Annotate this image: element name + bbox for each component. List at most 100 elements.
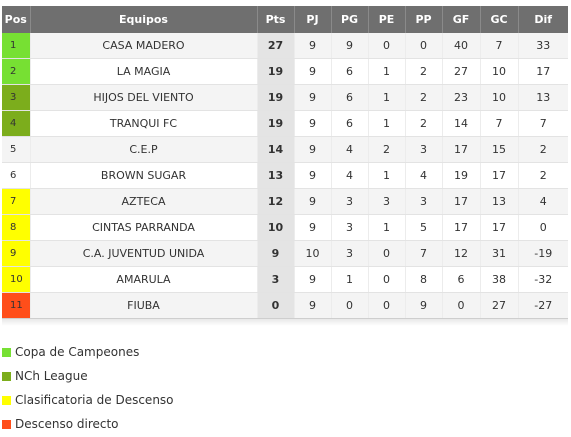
position-cell: 2 bbox=[2, 58, 31, 85]
goal-difference-cell: -32 bbox=[518, 266, 568, 293]
column-header-team[interactable]: Equipos bbox=[30, 6, 258, 33]
played-cell: 9 bbox=[294, 33, 332, 59]
drawn-cell: 0 bbox=[368, 266, 406, 293]
played-cell: 9 bbox=[294, 292, 332, 319]
won-cell: 3 bbox=[331, 214, 369, 241]
played-cell: 9 bbox=[294, 84, 332, 111]
won-cell: 0 bbox=[331, 292, 369, 319]
table-row[interactable]: 7 AZTECA 12 9 3 3 3 17 13 4 bbox=[2, 188, 568, 215]
drawn-cell: 1 bbox=[368, 110, 406, 137]
played-cell: 9 bbox=[294, 110, 332, 137]
points-cell: 19 bbox=[257, 84, 295, 111]
table-row[interactable]: 1 CASA MADERO 27 9 9 0 0 40 7 33 bbox=[2, 33, 568, 59]
position-cell: 10 bbox=[2, 266, 31, 293]
goals-for-cell: 0 bbox=[442, 292, 481, 319]
goals-against-cell: 10 bbox=[480, 58, 519, 85]
drawn-cell: 1 bbox=[368, 214, 406, 241]
goals-against-cell: 38 bbox=[480, 266, 519, 293]
goals-for-cell: 40 bbox=[442, 33, 481, 59]
team-name-cell: LA MAGIA bbox=[30, 58, 258, 85]
column-header-goals-against[interactable]: GC bbox=[480, 6, 519, 33]
goal-difference-cell: 0 bbox=[518, 214, 568, 241]
drawn-cell: 1 bbox=[368, 58, 406, 85]
legend-swatch bbox=[2, 347, 11, 357]
legend-label: Copa de Campeones bbox=[15, 345, 140, 359]
column-header-goals-for[interactable]: GF bbox=[442, 6, 481, 33]
column-header-pos[interactable]: Pos bbox=[2, 6, 31, 33]
legend-item: Copa de Campeones bbox=[2, 340, 174, 364]
table-row[interactable]: 10 AMARULA 3 9 1 0 8 6 38 -32 bbox=[2, 266, 568, 293]
legend-label: Descenso directo bbox=[15, 417, 119, 431]
lost-cell: 4 bbox=[405, 162, 443, 189]
table-row[interactable]: 6 BROWN SUGAR 13 9 4 1 4 19 17 2 bbox=[2, 162, 568, 189]
column-header-won[interactable]: PG bbox=[331, 6, 369, 33]
goals-for-cell: 17 bbox=[442, 214, 481, 241]
goal-difference-cell: 2 bbox=[518, 162, 568, 189]
played-cell: 9 bbox=[294, 58, 332, 85]
column-header-goal-difference[interactable]: Dif bbox=[518, 6, 568, 33]
table-row[interactable]: 2 LA MAGIA 19 9 6 1 2 27 10 17 bbox=[2, 58, 568, 85]
points-cell: 14 bbox=[257, 136, 295, 163]
legend-swatch bbox=[2, 395, 11, 405]
legend-label: NCh League bbox=[15, 369, 88, 383]
team-name-cell: C.E.P bbox=[30, 136, 258, 163]
points-cell: 13 bbox=[257, 162, 295, 189]
legend-label: Clasificatoria de Descenso bbox=[15, 393, 174, 407]
standings-body: 1 CASA MADERO 27 9 9 0 0 40 7 33 2 LA MAGIA 19 9 6 1 2 27… bbox=[2, 33, 568, 319]
played-cell: 9 bbox=[294, 188, 332, 215]
legend-swatch bbox=[2, 419, 11, 429]
zone-legend: Copa de Campeones NCh League Clasificatori… bbox=[2, 340, 174, 436]
position-cell: 7 bbox=[2, 188, 31, 215]
played-cell: 9 bbox=[294, 214, 332, 241]
goals-for-cell: 27 bbox=[442, 58, 481, 85]
position-cell: 6 bbox=[2, 162, 31, 189]
drawn-cell: 0 bbox=[368, 292, 406, 319]
standings-widget: Pos Equipos Pts PJ PG PE PP GF GC Dif 1C… bbox=[0, 0, 571, 437]
table-row[interactable]: 8 CINTAS PARRANDA 10 9 3 1 5 17 17 0 bbox=[2, 214, 568, 241]
points-cell: 0 bbox=[257, 292, 295, 319]
column-header-drawn[interactable]: PE bbox=[368, 6, 406, 33]
won-cell: 3 bbox=[331, 188, 369, 215]
drawn-cell: 2 bbox=[368, 136, 406, 163]
points-cell: 12 bbox=[257, 188, 295, 215]
goals-for-cell: 19 bbox=[442, 162, 481, 189]
column-header-lost[interactable]: PP bbox=[405, 6, 443, 33]
table-row[interactable]: 4 TRANQUI FC 19 9 6 1 2 14 7 7 bbox=[2, 110, 568, 137]
legend-swatch bbox=[2, 371, 11, 381]
lost-cell: 2 bbox=[405, 110, 443, 137]
column-header-points[interactable]: Pts bbox=[257, 6, 295, 33]
drawn-cell: 1 bbox=[368, 84, 406, 111]
goal-difference-cell: -27 bbox=[518, 292, 568, 319]
column-header-played[interactable]: PJ bbox=[294, 6, 332, 33]
drawn-cell: 3 bbox=[368, 188, 406, 215]
goal-difference-cell: 17 bbox=[518, 58, 568, 85]
table-row[interactable]: 5 C.E.P 14 9 4 2 3 17 15 2 bbox=[2, 136, 568, 163]
table-row[interactable]: 9 C.A. JUVENTUD UNIDA 9 10 3 0 7 12 31 -19 bbox=[2, 240, 568, 267]
won-cell: 1 bbox=[331, 266, 369, 293]
drawn-cell: 0 bbox=[368, 240, 406, 267]
table-header-row: Pos Equipos Pts PJ PG PE PP GF GC Dif bbox=[2, 6, 568, 33]
position-cell: 4 bbox=[2, 110, 31, 137]
goals-against-cell: 10 bbox=[480, 84, 519, 111]
goal-difference-cell: 33 bbox=[518, 33, 568, 59]
lost-cell: 8 bbox=[405, 266, 443, 293]
table-row[interactable]: 3 HIJOS DEL VIENTO 19 9 6 1 2 23 10 13 bbox=[2, 84, 568, 111]
points-cell: 9 bbox=[257, 240, 295, 267]
team-name-cell: AZTECA bbox=[30, 188, 258, 215]
won-cell: 4 bbox=[331, 162, 369, 189]
lost-cell: 7 bbox=[405, 240, 443, 267]
goals-against-cell: 17 bbox=[480, 214, 519, 241]
legend-item: Descenso directo bbox=[2, 412, 174, 436]
team-name-cell: BROWN SUGAR bbox=[30, 162, 258, 189]
position-cell: 5 bbox=[2, 136, 31, 163]
points-cell: 27 bbox=[257, 33, 295, 59]
goals-for-cell: 12 bbox=[442, 240, 481, 267]
goals-against-cell: 13 bbox=[480, 188, 519, 215]
table-bottom-shadow bbox=[2, 318, 568, 326]
lost-cell: 9 bbox=[405, 292, 443, 319]
points-cell: 10 bbox=[257, 214, 295, 241]
won-cell: 4 bbox=[331, 136, 369, 163]
table-row[interactable]: 11 FIUBA 0 9 0 0 9 0 27 -27 bbox=[2, 292, 568, 319]
goal-difference-cell: 2 bbox=[518, 136, 568, 163]
goal-difference-cell: 13 bbox=[518, 84, 568, 111]
